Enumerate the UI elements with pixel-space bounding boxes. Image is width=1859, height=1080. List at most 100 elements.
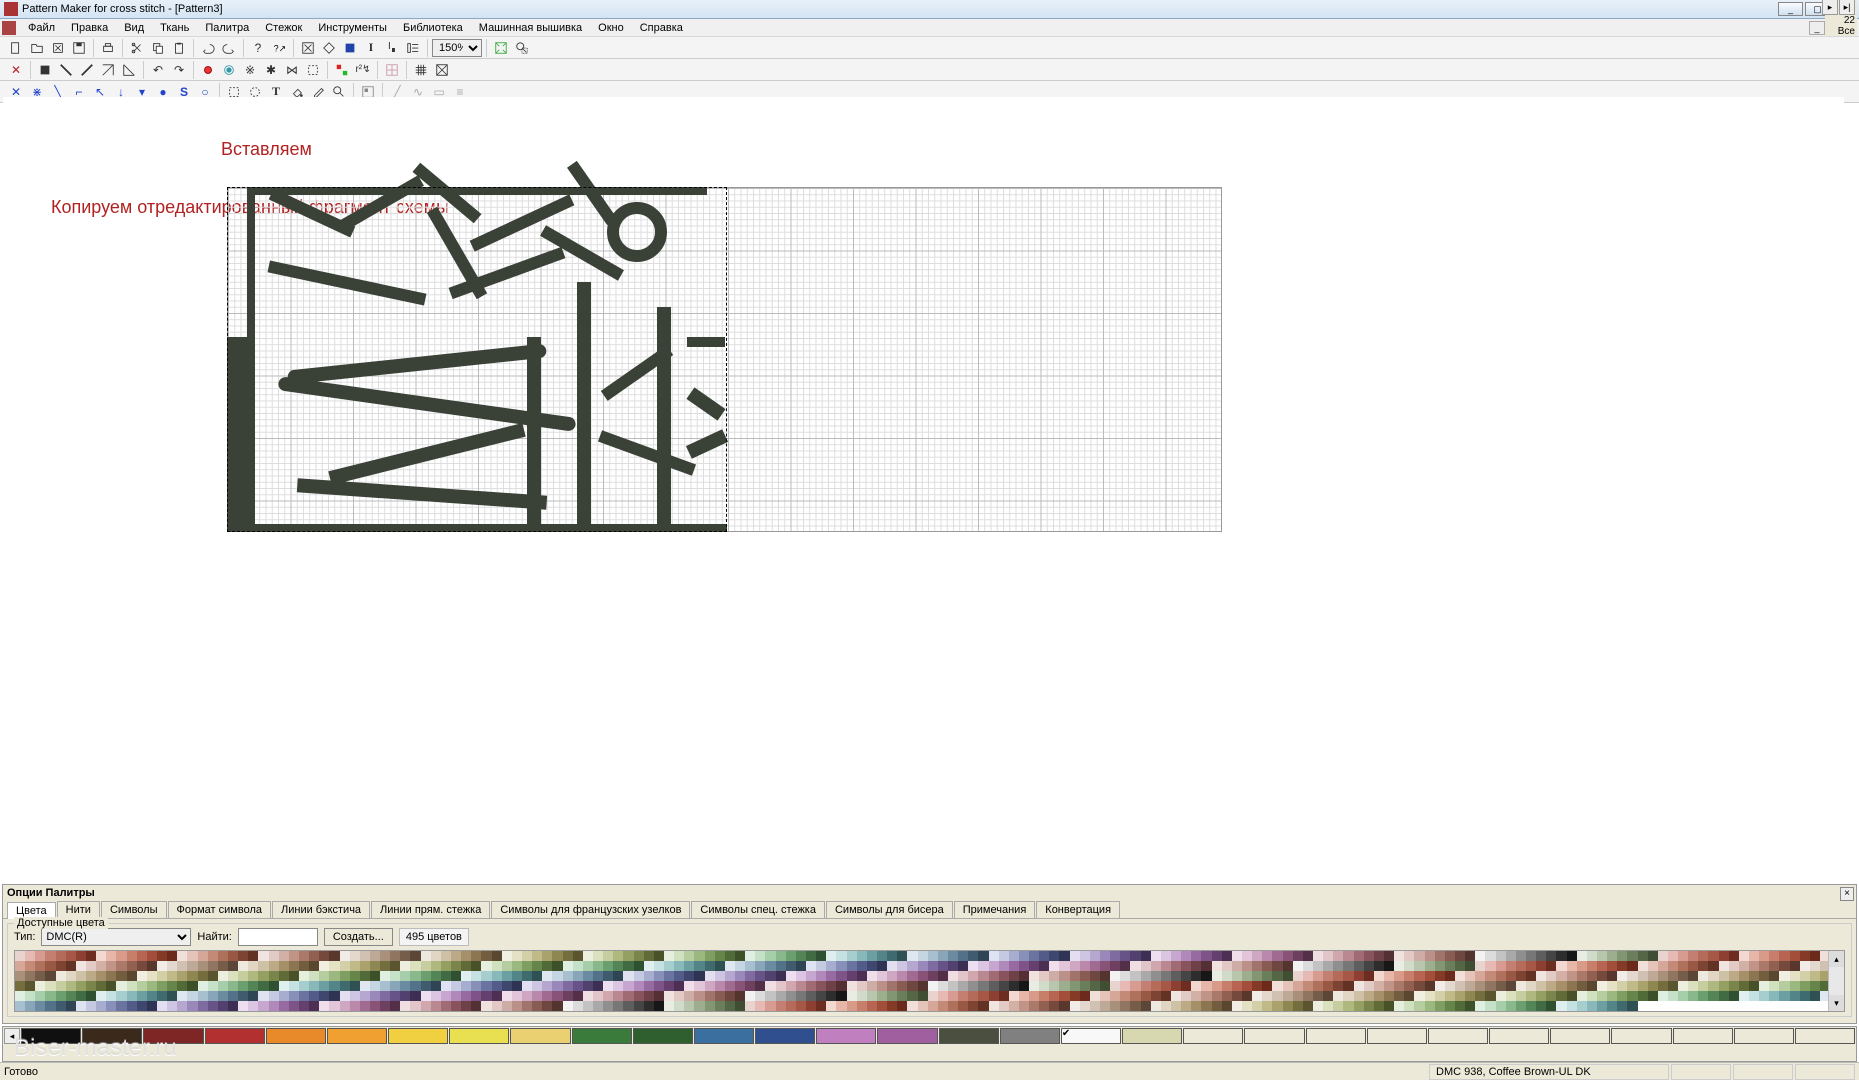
swatch[interactable]: [1658, 981, 1668, 991]
swatch[interactable]: [400, 961, 410, 971]
swatch[interactable]: [15, 1001, 25, 1011]
swatch[interactable]: [918, 991, 928, 1001]
swatch[interactable]: [623, 951, 633, 961]
swatch[interactable]: [1779, 981, 1789, 991]
swatch[interactable]: [187, 991, 197, 1001]
swatch[interactable]: [522, 971, 532, 981]
swatch[interactable]: [1485, 951, 1495, 961]
tab-threads[interactable]: Нити: [57, 901, 100, 918]
swatch[interactable]: [1364, 991, 1374, 1001]
swatch[interactable]: [563, 991, 573, 1001]
swatch[interactable]: [1445, 971, 1455, 981]
swatch[interactable]: [441, 961, 451, 971]
swatch[interactable]: [1414, 971, 1424, 981]
swatch[interactable]: [410, 991, 420, 1001]
swatch[interactable]: [1759, 981, 1769, 991]
swatch[interactable]: [512, 951, 522, 961]
swatch[interactable]: [1171, 961, 1181, 971]
swatch[interactable]: [1506, 971, 1516, 981]
print-icon[interactable]: [98, 38, 118, 58]
swatch[interactable]: [776, 981, 786, 991]
swatch[interactable]: [106, 971, 116, 981]
swatch[interactable]: [978, 971, 988, 981]
swatch[interactable]: [1100, 981, 1110, 991]
swatch[interactable]: [1212, 991, 1222, 1001]
swatch[interactable]: [492, 971, 502, 981]
swatch[interactable]: [887, 971, 897, 981]
swatch[interactable]: [847, 991, 857, 1001]
swatch[interactable]: [1627, 961, 1637, 971]
swatch[interactable]: [1354, 971, 1364, 981]
swatch[interactable]: [187, 981, 197, 991]
swatch[interactable]: [116, 991, 126, 1001]
swatch[interactable]: [1536, 981, 1546, 991]
help-context-icon[interactable]: ?↗: [269, 38, 289, 58]
swatch[interactable]: [989, 981, 999, 991]
swatch[interactable]: [350, 991, 360, 1001]
swatch[interactable]: [1151, 971, 1161, 981]
swatch[interactable]: [725, 981, 735, 991]
swatch[interactable]: [76, 971, 86, 981]
bead-icon[interactable]: [198, 60, 218, 80]
palette-slot[interactable]: [1244, 1028, 1304, 1044]
swatch[interactable]: [1465, 951, 1475, 961]
swatch[interactable]: [1080, 981, 1090, 991]
swatch[interactable]: [1526, 1001, 1536, 1011]
swatch[interactable]: [1425, 951, 1435, 961]
swatch[interactable]: [857, 951, 867, 961]
swatch[interactable]: [106, 991, 116, 1001]
swatch[interactable]: [1698, 961, 1708, 971]
palette-slot[interactable]: [388, 1028, 448, 1044]
swatch[interactable]: [512, 961, 522, 971]
swatch[interactable]: [1617, 981, 1627, 991]
swatch[interactable]: [563, 961, 573, 971]
swatch[interactable]: [593, 1001, 603, 1011]
swatch[interactable]: [299, 991, 309, 1001]
swatch[interactable]: [897, 961, 907, 971]
swatch[interactable]: [968, 981, 978, 991]
swatch[interactable]: [106, 961, 116, 971]
palette-slot[interactable]: [1611, 1028, 1671, 1044]
swatch[interactable]: [502, 991, 512, 1001]
swatch[interactable]: [593, 961, 603, 971]
swatch[interactable]: [380, 1001, 390, 1011]
swatch[interactable]: [116, 951, 126, 961]
swatch[interactable]: [340, 991, 350, 1001]
swatch[interactable]: [603, 971, 613, 981]
palette-slot[interactable]: [694, 1028, 754, 1044]
swatch[interactable]: [836, 1001, 846, 1011]
swatch[interactable]: [1739, 981, 1749, 991]
swatch[interactable]: [208, 981, 218, 991]
swatch[interactable]: [816, 981, 826, 991]
swatch[interactable]: [745, 1001, 755, 1011]
save-icon[interactable]: [69, 38, 89, 58]
swatch[interactable]: [786, 951, 796, 961]
swatch[interactable]: [836, 961, 846, 971]
swatch[interactable]: [1110, 991, 1120, 1001]
swatch[interactable]: [978, 951, 988, 961]
swatch[interactable]: [492, 981, 502, 991]
swatch[interactable]: [25, 981, 35, 991]
swatch[interactable]: [634, 951, 644, 961]
swatch[interactable]: [1384, 1001, 1394, 1011]
swatch[interactable]: [847, 971, 857, 981]
color-swap-icon[interactable]: [332, 60, 352, 80]
swatch[interactable]: [847, 961, 857, 971]
swatch[interactable]: [1303, 991, 1313, 1001]
swatch[interactable]: [279, 961, 289, 971]
swatch[interactable]: [1090, 981, 1100, 991]
swatch[interactable]: [451, 951, 461, 961]
swatch[interactable]: [1019, 1001, 1029, 1011]
swatch[interactable]: [1485, 1001, 1495, 1011]
swatch[interactable]: [1465, 991, 1475, 1001]
swatch[interactable]: [208, 961, 218, 971]
swatch[interactable]: [1293, 1001, 1303, 1011]
swatch[interactable]: [421, 991, 431, 1001]
swatch[interactable]: [1577, 951, 1587, 961]
swatch[interactable]: [654, 981, 664, 991]
swatch[interactable]: [198, 971, 208, 981]
swatch[interactable]: [380, 981, 390, 991]
swatch[interactable]: [735, 971, 745, 981]
swatch[interactable]: [269, 971, 279, 981]
palette-slot[interactable]: [449, 1028, 509, 1044]
